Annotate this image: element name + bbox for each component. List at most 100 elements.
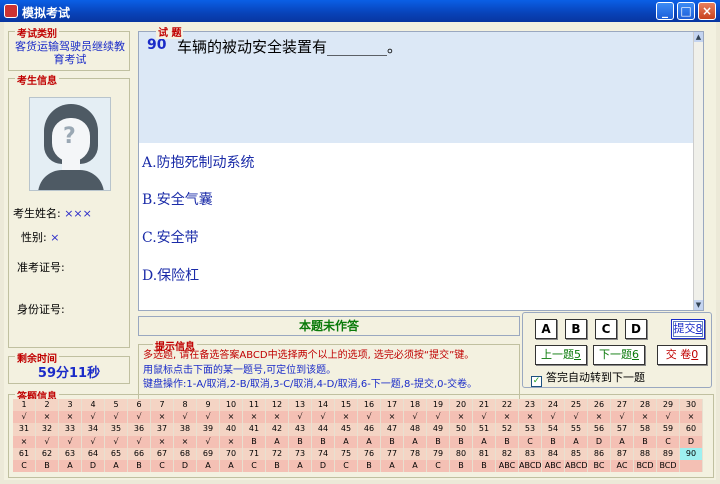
answer-cell-value[interactable]: B (312, 435, 335, 448)
answer-cell-number[interactable]: 32 (36, 423, 59, 436)
answer-cell-value[interactable]: C (519, 435, 542, 448)
answer-cell-number[interactable]: 62 (36, 447, 59, 460)
answer-cell-number[interactable]: 15 (335, 399, 358, 412)
answer-cell-value[interactable]: A (611, 435, 634, 448)
answer-cell-number[interactable]: 61 (13, 447, 36, 460)
answer-cell-value[interactable]: C (243, 459, 266, 473)
answer-cell-number[interactable]: 24 (542, 399, 565, 412)
answer-cell-value[interactable]: ABC (542, 459, 565, 473)
answer-cell-value[interactable]: × (151, 435, 174, 448)
answer-cell-number[interactable]: 19 (427, 399, 450, 412)
answer-cell-value[interactable]: √ (565, 411, 588, 424)
answer-cell-value[interactable]: √ (289, 411, 312, 424)
answer-cell-value[interactable]: A (59, 459, 82, 473)
answer-cell-value[interactable]: A (266, 435, 289, 448)
answer-cell-value[interactable]: √ (59, 435, 82, 448)
answer-cell-number[interactable]: 23 (519, 399, 542, 412)
answer-cell-number[interactable]: 49 (427, 423, 450, 436)
answer-cell-number[interactable]: 87 (611, 447, 634, 460)
answer-cell-number[interactable]: 43 (289, 423, 312, 436)
answer-cell-number[interactable]: 76 (358, 447, 381, 460)
answer-cell-value[interactable]: × (220, 435, 243, 448)
answer-cell-number[interactable]: 60 (680, 423, 703, 436)
answer-cell-value[interactable]: B (381, 435, 404, 448)
answer-cell-number[interactable]: 2 (36, 399, 59, 412)
answer-cell-number[interactable]: 85 (565, 447, 588, 460)
answer-cell-number[interactable]: 5 (105, 399, 128, 412)
answer-cell-value[interactable]: √ (82, 411, 105, 424)
answer-cell-value[interactable]: C (657, 435, 680, 448)
answer-cell-number[interactable]: 16 (358, 399, 381, 412)
answer-cell-number[interactable]: 18 (404, 399, 427, 412)
answer-cell-value[interactable]: D (588, 435, 611, 448)
answer-cell-number[interactable]: 72 (266, 447, 289, 460)
answer-cell-value[interactable]: A (404, 459, 427, 473)
answer-cell-value[interactable]: B (427, 435, 450, 448)
answer-cell-value[interactable]: √ (197, 435, 220, 448)
answer-cell-value[interactable]: A (220, 459, 243, 473)
answer-cell-number[interactable]: 75 (335, 447, 358, 460)
scroll-up-icon[interactable]: ▲ (694, 32, 703, 42)
answer-cell-value[interactable]: × (680, 411, 703, 424)
answer-c-button[interactable]: C (595, 319, 617, 339)
answer-cell-number[interactable]: 58 (634, 423, 657, 436)
answer-cell-value[interactable]: × (220, 411, 243, 424)
answer-cell-value[interactable]: B (36, 459, 59, 473)
answer-cell-value[interactable]: √ (197, 411, 220, 424)
answer-cell-number[interactable]: 10 (220, 399, 243, 412)
answer-cell-value[interactable]: B (634, 435, 657, 448)
answer-cell-value[interactable]: × (381, 411, 404, 424)
answer-cell-value[interactable]: × (151, 411, 174, 424)
answer-cell-value[interactable]: × (496, 411, 519, 424)
option-d[interactable]: D.保险杠 (142, 265, 199, 285)
answer-cell-value[interactable]: D (312, 459, 335, 473)
answer-cell-value[interactable]: B (542, 435, 565, 448)
answer-cell-value[interactable]: BCD (657, 459, 680, 473)
answer-cell-number[interactable]: 12 (266, 399, 289, 412)
answer-cell-number[interactable]: 64 (82, 447, 105, 460)
answer-cell-number[interactable]: 88 (634, 447, 657, 460)
answer-cell-value[interactable]: B (243, 435, 266, 448)
answer-cell-value[interactable]: A (404, 435, 427, 448)
answer-cell-value[interactable]: D (174, 459, 197, 473)
answer-cell-value[interactable]: C (335, 459, 358, 473)
answer-cell-number[interactable]: 50 (450, 423, 473, 436)
answer-cell-value[interactable]: √ (105, 411, 128, 424)
answer-cell-number[interactable]: 84 (542, 447, 565, 460)
answer-cell-number[interactable]: 42 (266, 423, 289, 436)
answer-cell-number[interactable]: 1 (13, 399, 36, 412)
answer-cell-value[interactable]: B (450, 459, 473, 473)
answer-cell-number[interactable]: 31 (13, 423, 36, 436)
answer-cell-value[interactable]: √ (105, 435, 128, 448)
answer-cell-number[interactable]: 35 (105, 423, 128, 436)
answer-cell-value[interactable]: √ (36, 435, 59, 448)
answer-cell-value[interactable]: B (473, 459, 496, 473)
answer-cell-value[interactable]: × (519, 411, 542, 424)
answer-cell-value[interactable]: B (496, 435, 519, 448)
answer-cell-number[interactable]: 9 (197, 399, 220, 412)
answer-cell-number[interactable]: 28 (634, 399, 657, 412)
answer-cell-number[interactable]: 29 (657, 399, 680, 412)
answer-b-button[interactable]: B (565, 319, 587, 339)
answer-cell-value[interactable]: × (335, 411, 358, 424)
answer-cell-number[interactable]: 90 (680, 447, 703, 460)
answer-cell-value[interactable]: × (588, 411, 611, 424)
answer-cell-value[interactable]: × (450, 411, 473, 424)
answer-cell-number[interactable]: 73 (289, 447, 312, 460)
answer-cell-value[interactable]: √ (82, 435, 105, 448)
answer-cell-number[interactable]: 86 (588, 447, 611, 460)
checkmark-icon[interactable]: ✓ (531, 376, 542, 387)
answer-cell-number[interactable]: 44 (312, 423, 335, 436)
answer-cell-number[interactable]: 63 (59, 447, 82, 460)
answer-cell-value[interactable]: √ (657, 411, 680, 424)
answer-cell-number[interactable]: 41 (243, 423, 266, 436)
answer-cell-value[interactable]: A (335, 435, 358, 448)
answer-cell-value[interactable]: A (105, 459, 128, 473)
answer-cell-number[interactable]: 47 (381, 423, 404, 436)
answer-cell-number[interactable]: 48 (404, 423, 427, 436)
answer-cell-number[interactable]: 51 (473, 423, 496, 436)
answer-cell-value[interactable] (680, 459, 703, 473)
answer-cell-value[interactable]: √ (174, 411, 197, 424)
maximize-button[interactable]: □ (677, 2, 695, 20)
answer-cell-value[interactable]: B (358, 459, 381, 473)
